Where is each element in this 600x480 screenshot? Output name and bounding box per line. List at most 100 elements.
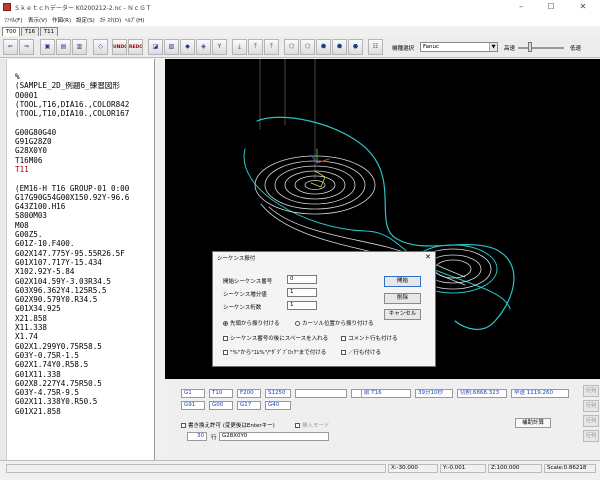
forward-icon[interactable]: ⇒ <box>19 39 34 55</box>
code-line[interactable]: X21.858 <box>15 314 154 323</box>
sim-step-icon[interactable]: ⬡ <box>300 39 315 55</box>
close-icon[interactable]: ✕ <box>425 253 431 261</box>
code-line[interactable]: O0001 <box>15 91 154 100</box>
code-line[interactable]: G01X11.338 <box>15 370 154 379</box>
tab-t11[interactable]: T11 <box>40 27 58 36</box>
sim-play-icon[interactable]: ⬡ <box>284 39 299 55</box>
grid-icon[interactable]: ☷ <box>368 39 383 55</box>
code-line[interactable]: % <box>15 72 154 81</box>
side-button[interactable]: 行列 <box>583 430 599 442</box>
undo-button[interactable]: UNDO <box>112 39 127 55</box>
step-up-icon[interactable]: ⤒ <box>248 39 263 55</box>
code-line[interactable]: G01X107.717Y-15.434 <box>15 258 154 267</box>
delete-button[interactable]: 削除 <box>384 293 421 304</box>
code-line[interactable]: G43Z100.H16 <box>15 202 154 211</box>
cancel-button[interactable]: キャンセル <box>384 309 421 320</box>
code-line[interactable]: G28X0Y0 <box>15 146 154 155</box>
side-button[interactable]: 行列 <box>583 415 599 427</box>
code-line[interactable]: G02X1.299Y0.75R58.5 <box>15 342 154 351</box>
start-number-field[interactable]: 0 <box>287 275 317 284</box>
rewrite-checkbox[interactable]: 書き換え許可 (変更後はEnterキー) <box>181 421 275 429</box>
code-line[interactable]: S800M03 <box>15 211 154 220</box>
draw-icon[interactable]: ◇ <box>93 39 108 55</box>
radio-from-cursor[interactable]: カーソル位置から振り付ける <box>295 319 374 327</box>
line-number-field[interactable]: 30 <box>187 432 207 441</box>
radio-from-top[interactable]: 先頭から振り付ける <box>223 319 280 327</box>
code-line[interactable]: G01X34.925 <box>15 304 154 313</box>
close-button[interactable]: ✕ <box>572 0 594 14</box>
aux-calc-button[interactable]: 補助計算 <box>515 418 551 428</box>
code-line[interactable]: G02X8.227Y4.75R50.5 <box>15 379 154 388</box>
save-icon[interactable]: ▤ <box>56 39 71 55</box>
percent-range-checkbox[interactable]: "%"から"ｴﾑ%"/"ﾀﾞｸﾞﾌﾞﾛｯｸ"まで付ける <box>223 348 326 356</box>
digits-field[interactable]: 1 <box>287 301 317 310</box>
start-number-label: 開始シーケンス番号 <box>223 279 273 285</box>
space-after-checkbox[interactable]: シーケンス番号の後にスペースを入れる <box>223 334 328 342</box>
print-icon[interactable]: ▥ <box>72 39 87 55</box>
menu-draw[interactable]: 作図(R) <box>52 16 71 24</box>
tab-t00[interactable]: T00 <box>2 27 20 36</box>
slash-line-checkbox[interactable]: ／行も付ける <box>341 348 381 356</box>
menu-settings[interactable]: 設定(S) <box>76 16 95 24</box>
maximize-button[interactable]: ☐ <box>540 0 562 14</box>
code-line[interactable]: M08 <box>15 221 154 230</box>
code-line[interactable]: (TOOL,T16,DIA16.,COLOR842 <box>15 100 154 109</box>
open-icon[interactable]: ▣ <box>40 39 55 55</box>
code-line[interactable]: G00Z5. <box>15 230 154 239</box>
start-button[interactable]: 開始 <box>384 276 421 287</box>
sim-stop-icon[interactable]: ⬢ <box>332 39 347 55</box>
code-line[interactable]: G02X90.579Y0.R34.5 <box>15 295 154 304</box>
code-lines[interactable]: % (SAMPLE_2D_例題6_練習図形 O0001 (TOOL,T16,DIA16… <box>15 72 154 416</box>
layer-icon[interactable]: ◈ <box>196 39 211 55</box>
code-line[interactable]: X1.74 <box>15 332 154 341</box>
menu-help[interactable]: ﾍﾙﾌﾟ(H) <box>125 16 144 24</box>
code-line[interactable]: (EM16-H T16 GROUP-01 0:00 <box>15 184 154 193</box>
nc-code-editor[interactable]: % (SAMPLE_2D_例題6_練習図形 O0001 (TOOL,T16,DIA16… <box>0 59 155 460</box>
menu-file[interactable]: ﾌｧｲﾙ(F) <box>4 16 22 24</box>
model-select[interactable]: Fanuc ▼ <box>420 42 498 52</box>
comment-line-checkbox[interactable]: コメント行も付ける <box>341 334 398 342</box>
chevron-down-icon[interactable]: ▼ <box>489 43 497 51</box>
speed-slider-track[interactable] <box>518 47 564 49</box>
code-line[interactable]: (SAMPLE_2D_例題6_練習図形 <box>15 81 154 90</box>
code-line[interactable]: X11.338 <box>15 323 154 332</box>
code-line[interactable]: G02X1.74Y0.R58.5 <box>15 360 154 369</box>
code-line[interactable] <box>15 174 154 183</box>
side-button[interactable]: 行列 <box>583 385 599 397</box>
redo-button[interactable]: REDO <box>128 39 143 55</box>
code-line[interactable]: T16M06 <box>15 156 154 165</box>
insert-mode-checkbox[interactable]: 挿入モード <box>295 421 330 429</box>
code-line[interactable]: G02X11.338Y0.R50.5 <box>15 397 154 406</box>
zoom-window-icon[interactable]: ◪ <box>148 39 163 55</box>
minimize-button[interactable]: – <box>510 0 532 14</box>
code-line[interactable]: G00G80G40 <box>15 128 154 137</box>
side-button[interactable]: 行列 <box>583 400 599 412</box>
speed-slider-thumb[interactable] <box>528 42 532 52</box>
code-line[interactable]: G01X21.858 <box>15 407 154 416</box>
jump-icon[interactable]: ⤒ <box>264 39 279 55</box>
code-line[interactable]: G03Y-4.75R-9.5 <box>15 388 154 397</box>
step-field[interactable]: 1 <box>287 288 317 297</box>
code-line[interactable]: T11 <box>15 165 154 174</box>
code-line[interactable]: X102.92Y-5.84 <box>15 267 154 276</box>
filter-icon[interactable]: Y <box>212 39 227 55</box>
fit-icon[interactable]: ▨ <box>164 39 179 55</box>
current-line-field[interactable]: G28X0Y0 <box>219 432 329 441</box>
code-line[interactable]: G17G90G54G00X150.92Y-96.6 <box>15 193 154 202</box>
color-icon[interactable]: ◆ <box>180 39 195 55</box>
back-icon[interactable]: ⇐ <box>3 39 18 55</box>
code-line[interactable]: G02X147.775Y-95.55R26.5F <box>15 249 154 258</box>
menu-view[interactable]: 表示(V) <box>28 16 47 24</box>
code-line[interactable]: G02X104.59Y-3.03R34.5 <box>15 277 154 286</box>
code-line[interactable] <box>15 118 154 127</box>
code-line[interactable]: G03X96.362Y4.125R5.5 <box>15 286 154 295</box>
code-line[interactable]: G01Z-10.F400. <box>15 239 154 248</box>
step-down-icon[interactable]: ⤓ <box>232 39 247 55</box>
sim-reset-icon[interactable]: ⬣ <box>348 39 363 55</box>
tab-t16[interactable]: T16 <box>21 27 39 36</box>
menu-desk[interactable]: ｶﾃ ｽｸ(D) <box>100 16 121 24</box>
code-line[interactable]: (TOOL,T10,DIA10.,COLOR167 <box>15 109 154 118</box>
code-line[interactable]: G91G28Z0 <box>15 137 154 146</box>
code-line[interactable]: G03Y-0.75R-1.5 <box>15 351 154 360</box>
sim-fast-icon[interactable]: ⬢ <box>316 39 331 55</box>
